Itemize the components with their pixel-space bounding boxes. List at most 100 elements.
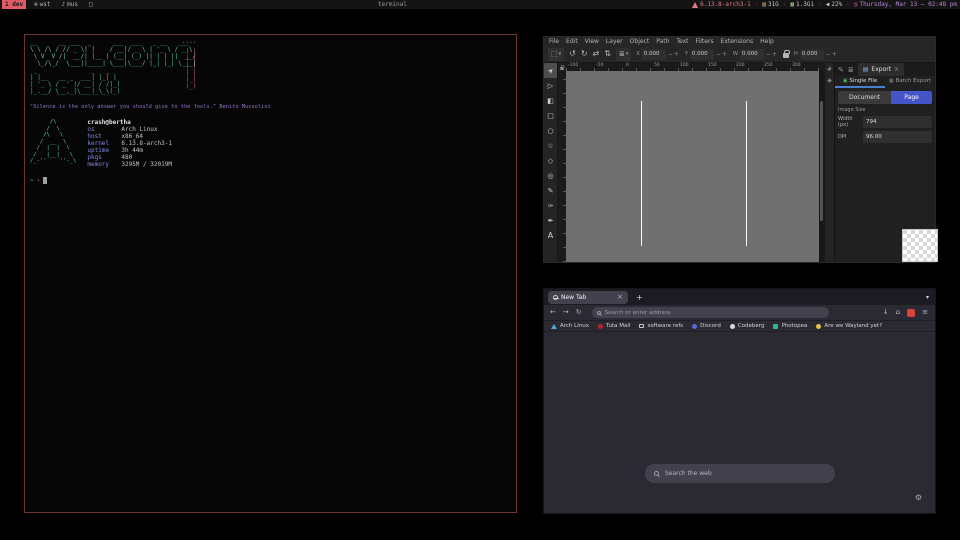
module-separator: ‹: [818, 0, 822, 9]
w-stepper[interactable]: −+: [766, 51, 778, 58]
bookmark-are-we-wayland-yet[interactable]: Are we Wayland yet?: [816, 323, 882, 329]
x-stepper[interactable]: −+: [668, 51, 680, 58]
tab-list-chevron-icon[interactable]: [926, 294, 929, 301]
workspace-wst[interactable]: wst: [31, 0, 53, 9]
selection-mode-dropdown[interactable]: ▾: [548, 48, 564, 61]
download-icon[interactable]: [883, 309, 889, 316]
h-stepper[interactable]: −+: [826, 51, 838, 58]
drawing-canvas[interactable]: [566, 71, 819, 262]
batch-export-tab[interactable]: Batch Export: [885, 76, 935, 88]
tool-calligraphy[interactable]: [544, 213, 557, 228]
tool-controls-bar: ▾ ▾ X 0.000 −+ Y 0.000 −+ W 0.000 −+: [544, 46, 935, 63]
h-field[interactable]: 0.000: [800, 49, 824, 60]
export-dialog-tab[interactable]: Export: [858, 63, 904, 76]
bookmark-photopea[interactable]: Photopea: [773, 323, 807, 329]
menu-text[interactable]: Text: [676, 38, 688, 45]
back-icon[interactable]: [550, 309, 556, 316]
export-preview-checkerboard: [902, 229, 938, 262]
h-spinbox: H 0.000 −+: [794, 49, 838, 60]
user-host: crash@bertha: [87, 119, 172, 126]
tool-box-3d[interactable]: [544, 153, 557, 168]
active-tab[interactable]: New Tab: [548, 291, 628, 304]
tool-ellipse[interactable]: [544, 123, 557, 138]
ruler-corner[interactable]: [558, 63, 566, 71]
document-button[interactable]: Document: [838, 91, 891, 104]
flip-h-icon[interactable]: [593, 50, 600, 58]
select-mode-icon: [551, 50, 558, 58]
menu-layer[interactable]: Layer: [606, 38, 623, 45]
menu-icon[interactable]: [922, 309, 928, 316]
tool-spiral[interactable]: [544, 168, 557, 183]
y-field[interactable]: 0.000: [690, 49, 714, 60]
single-file-tab[interactable]: Single File: [835, 76, 885, 88]
ruler-tick: 150: [708, 63, 717, 68]
bookmarks-bar: Arch Linux Tuta Mail software refs Disco…: [544, 321, 935, 332]
page-button[interactable]: Page: [891, 91, 932, 104]
toolbox: [544, 63, 558, 262]
tool-rectangle[interactable]: [544, 108, 557, 123]
close-icon[interactable]: [894, 66, 899, 73]
workspace-dev[interactable]: 1 dev: [2, 0, 26, 9]
y-stepper[interactable]: −+: [716, 51, 728, 58]
pencil-dialog-icon[interactable]: [838, 66, 844, 74]
bookmark-arch-linux[interactable]: Arch Linux: [551, 323, 589, 329]
tool-shape-builder[interactable]: [544, 93, 557, 108]
menu-edit[interactable]: Edit: [566, 38, 578, 45]
menu-path[interactable]: Path: [656, 38, 669, 45]
snap-icon-2[interactable]: [827, 77, 832, 84]
extension-shield-icon[interactable]: [907, 309, 915, 317]
rotate-ccw-icon[interactable]: [569, 50, 576, 58]
fetch-row-pkgs: pkgs480: [87, 154, 172, 161]
gear-icon[interactable]: [915, 494, 922, 502]
snap-icon-1[interactable]: [827, 66, 832, 73]
menu-filters[interactable]: Filters: [696, 38, 714, 45]
reload-icon[interactable]: [576, 309, 582, 316]
single-file-icon: [843, 78, 848, 84]
y-spinbox: Y 0.000 −+: [685, 49, 728, 60]
menu-view[interactable]: View: [585, 38, 599, 45]
memory-icon: [790, 0, 794, 9]
tool-pencil[interactable]: [544, 183, 557, 198]
home-icon[interactable]: [896, 309, 900, 316]
dpi-label: DPI: [838, 134, 860, 140]
menu-file[interactable]: File: [549, 38, 559, 45]
tool-text[interactable]: [544, 228, 557, 243]
tool-selector[interactable]: [544, 63, 557, 78]
lock-ratio-icon[interactable]: [783, 53, 789, 58]
w-field[interactable]: 0.000: [740, 49, 764, 60]
url-bar[interactable]: Search or enter address: [592, 307, 829, 318]
horizontal-ruler[interactable]: -100 -50 0 50 100 150 200 250 300: [566, 63, 824, 71]
search-icon: [597, 311, 601, 315]
menu-extensions[interactable]: Extensions: [721, 38, 754, 45]
tool-pen[interactable]: [544, 198, 557, 213]
terminal-window[interactable]: __ __ ___ _ ___ ___ _ __ ___ \ \ /\ / //…: [24, 34, 517, 513]
new-tab-button[interactable]: [636, 293, 643, 302]
tool-star[interactable]: [544, 138, 557, 153]
scrollbar-thumb[interactable]: [820, 101, 823, 221]
tool-node[interactable]: [544, 78, 557, 93]
menu-help[interactable]: Help: [760, 38, 774, 45]
clock-module: Thursday, Mar 13 — 02:48 pm: [854, 0, 957, 9]
workspace-empty[interactable]: [86, 0, 96, 9]
bookmark-tuta-mail[interactable]: Tuta Mail: [598, 323, 630, 329]
ruler-tick: 300: [792, 63, 801, 68]
memory-module: 1.3Gi: [790, 0, 814, 9]
rotate-cw-icon[interactable]: [581, 50, 588, 58]
forward-icon[interactable]: [563, 309, 569, 316]
flip-v-icon[interactable]: [604, 50, 611, 58]
shell-prompt[interactable]: ~ ›: [30, 177, 511, 184]
close-icon[interactable]: [617, 294, 623, 301]
width-input[interactable]: 794: [863, 116, 932, 128]
menu-object[interactable]: Object: [630, 38, 650, 45]
bookmark-discord[interactable]: Discord: [692, 323, 721, 329]
web-search-box[interactable]: Search the web: [645, 464, 835, 483]
search-placeholder: Search the web: [665, 470, 712, 477]
layers-dialog-icon[interactable]: [848, 66, 854, 74]
x-field[interactable]: 0.000: [642, 49, 666, 60]
bookmark-codeberg[interactable]: Codeberg: [730, 323, 765, 329]
align-dropdown[interactable]: ▾: [616, 48, 631, 61]
dpi-input[interactable]: 96.00: [863, 131, 932, 143]
workspace-mus[interactable]: mus: [59, 0, 81, 9]
bookmark-folder-software-refs[interactable]: software refs: [639, 323, 683, 329]
vertical-ruler[interactable]: [558, 71, 566, 262]
